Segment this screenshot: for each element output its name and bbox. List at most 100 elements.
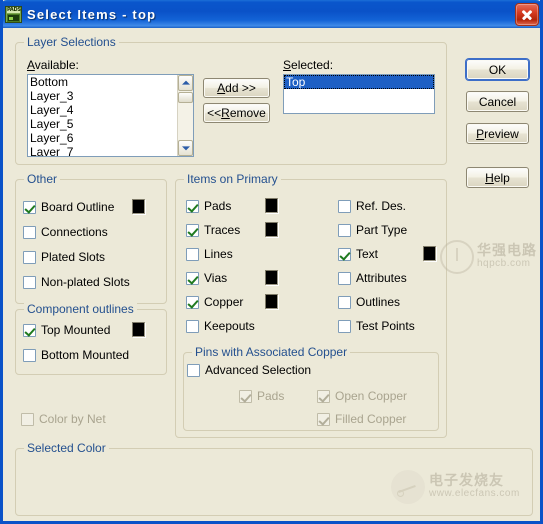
list-item[interactable]: Layer_6 bbox=[28, 131, 193, 145]
available-listbox[interactable]: Bottom Layer_3 Layer_4 Layer_5 Layer_6 L… bbox=[27, 74, 194, 157]
checkbox-indicator[interactable] bbox=[338, 247, 351, 261]
checkbox-indicator[interactable] bbox=[338, 223, 351, 237]
checkbox-indicator[interactable] bbox=[186, 295, 199, 309]
checkbox-connections[interactable]: Connections bbox=[23, 225, 108, 239]
checkbox-indicator bbox=[317, 412, 330, 426]
ok-button[interactable]: OK bbox=[466, 59, 529, 80]
checkbox-color-by-net: Color by Net bbox=[21, 412, 106, 426]
checkbox-label: Test Points bbox=[356, 319, 415, 333]
checkbox-label: Bottom Mounted bbox=[41, 348, 130, 362]
checkbox-plated-slots[interactable]: Plated Slots bbox=[23, 250, 105, 264]
checkbox-indicator[interactable] bbox=[338, 319, 351, 333]
checkbox-outlines[interactable]: Outlines bbox=[338, 295, 400, 309]
checkbox-label: Board Outline bbox=[41, 200, 115, 214]
checkbox-test-points[interactable]: Test Points bbox=[338, 319, 415, 333]
color-swatch-copper[interactable] bbox=[265, 294, 278, 309]
checkbox-indicator[interactable] bbox=[186, 271, 199, 285]
checkbox-indicator[interactable] bbox=[23, 200, 36, 214]
checkbox-label: Traces bbox=[204, 223, 241, 237]
color-swatch-pads[interactable] bbox=[265, 198, 278, 213]
checkbox-label: Pads bbox=[204, 199, 232, 213]
checkbox-indicator[interactable] bbox=[23, 348, 36, 362]
checkbox-board-outline[interactable]: Board Outline bbox=[23, 200, 114, 214]
checkbox-label: Part Type bbox=[356, 223, 408, 237]
color-swatch-board-outline[interactable] bbox=[132, 199, 145, 214]
checkbox-indicator bbox=[317, 389, 330, 403]
scroll-up-arrow-icon[interactable] bbox=[178, 75, 193, 91]
selected-label: Selected: bbox=[283, 58, 334, 72]
preview-button[interactable]: Preview bbox=[466, 123, 529, 144]
checkbox-pins-pads: Pads bbox=[239, 389, 284, 403]
checkbox-pads[interactable]: Pads bbox=[186, 199, 231, 213]
close-icon[interactable] bbox=[515, 3, 539, 26]
layer-selections-title: Layer Selections bbox=[24, 35, 119, 49]
available-scrollbar[interactable] bbox=[177, 75, 193, 156]
list-item[interactable]: Bottom bbox=[28, 75, 193, 89]
color-swatch-text[interactable] bbox=[423, 246, 436, 261]
list-item[interactable]: Top bbox=[284, 75, 434, 89]
checkbox-part-type[interactable]: Part Type bbox=[338, 223, 407, 237]
pins-with-copper-title: Pins with Associated Copper bbox=[192, 345, 351, 359]
checkbox-label: Keepouts bbox=[204, 319, 255, 333]
watermark-cn-text: 华强电路 bbox=[477, 243, 537, 260]
scroll-down-arrow-icon[interactable] bbox=[178, 140, 193, 156]
checkbox-filled-copper: Filled Copper bbox=[317, 412, 406, 426]
checkbox-open-copper: Open Copper bbox=[317, 389, 407, 403]
remove-button[interactable]: <<Remove bbox=[203, 103, 270, 123]
checkbox-label: Ref. Des. bbox=[356, 199, 407, 213]
checkbox-attributes[interactable]: Attributes bbox=[338, 271, 407, 285]
checkbox-indicator[interactable] bbox=[186, 223, 199, 237]
checkbox-label: Attributes bbox=[356, 271, 407, 285]
checkbox-label: Plated Slots bbox=[41, 250, 106, 264]
selected-listbox[interactable]: Top bbox=[283, 74, 435, 114]
list-item[interactable]: Layer_4 bbox=[28, 103, 193, 117]
add-button[interactable]: Add >> bbox=[203, 78, 270, 98]
checkbox-indicator[interactable] bbox=[338, 199, 351, 213]
other-title: Other bbox=[24, 172, 61, 186]
select-items-dialog: PADS Select Items - top Layer Selections… bbox=[0, 0, 543, 524]
checkbox-top-mounted[interactable]: Top Mounted bbox=[23, 323, 110, 337]
checkbox-indicator[interactable] bbox=[23, 225, 36, 239]
checkbox-text[interactable]: Text bbox=[338, 247, 378, 261]
checkbox-indicator[interactable] bbox=[338, 271, 351, 285]
checkbox-label: Text bbox=[356, 247, 379, 261]
checkbox-label: Color by Net bbox=[39, 412, 106, 426]
component-outlines-title: Component outlines bbox=[24, 302, 137, 316]
watermark-en-text: hqpcb.com bbox=[477, 258, 531, 270]
color-swatch-vias[interactable] bbox=[265, 270, 278, 285]
checkbox-advanced-selection[interactable]: Advanced Selection bbox=[187, 363, 311, 377]
checkbox-bottom-mounted[interactable]: Bottom Mounted bbox=[23, 348, 129, 362]
checkbox-traces[interactable]: Traces bbox=[186, 223, 240, 237]
checkbox-indicator[interactable] bbox=[23, 323, 36, 337]
checkbox-indicator[interactable] bbox=[338, 295, 351, 309]
list-item[interactable]: Layer_5 bbox=[28, 117, 193, 131]
checkbox-indicator[interactable] bbox=[186, 319, 199, 333]
scrollbar-thumb[interactable] bbox=[178, 92, 193, 103]
checkbox-label: Open Copper bbox=[335, 389, 408, 403]
checkbox-indicator[interactable] bbox=[23, 250, 36, 264]
checkbox-indicator[interactable] bbox=[186, 199, 199, 213]
list-item[interactable]: Layer_3 bbox=[28, 89, 193, 103]
help-button[interactable]: Help bbox=[466, 167, 529, 188]
checkbox-lines[interactable]: Lines bbox=[186, 247, 233, 261]
checkbox-indicator[interactable] bbox=[23, 275, 36, 289]
selected-color-title: Selected Color bbox=[24, 441, 109, 455]
checkbox-indicator[interactable] bbox=[187, 363, 200, 377]
cancel-button[interactable]: Cancel bbox=[466, 91, 529, 112]
checkbox-keepouts[interactable]: Keepouts bbox=[186, 319, 255, 333]
checkbox-copper[interactable]: Copper bbox=[186, 295, 243, 309]
checkbox-vias[interactable]: Vias bbox=[186, 271, 227, 285]
checkbox-label: Advanced Selection bbox=[205, 363, 312, 377]
color-swatch-top-mounted[interactable] bbox=[132, 322, 145, 337]
pads-app-icon: PADS bbox=[5, 5, 22, 23]
checkbox-label: Vias bbox=[204, 271, 228, 285]
color-swatch-traces[interactable] bbox=[265, 222, 278, 237]
list-item[interactable]: Layer_7 bbox=[28, 145, 193, 156]
checkbox-non-plated-slots[interactable]: Non-plated Slots bbox=[23, 275, 130, 289]
checkbox-indicator[interactable] bbox=[186, 247, 199, 261]
checkbox-label: Lines bbox=[204, 247, 233, 261]
checkbox-label: Top Mounted bbox=[41, 323, 111, 337]
checkbox-label: Connections bbox=[41, 225, 108, 239]
checkbox-ref-des[interactable]: Ref. Des. bbox=[338, 199, 406, 213]
items-on-primary-title: Items on Primary bbox=[184, 172, 281, 186]
